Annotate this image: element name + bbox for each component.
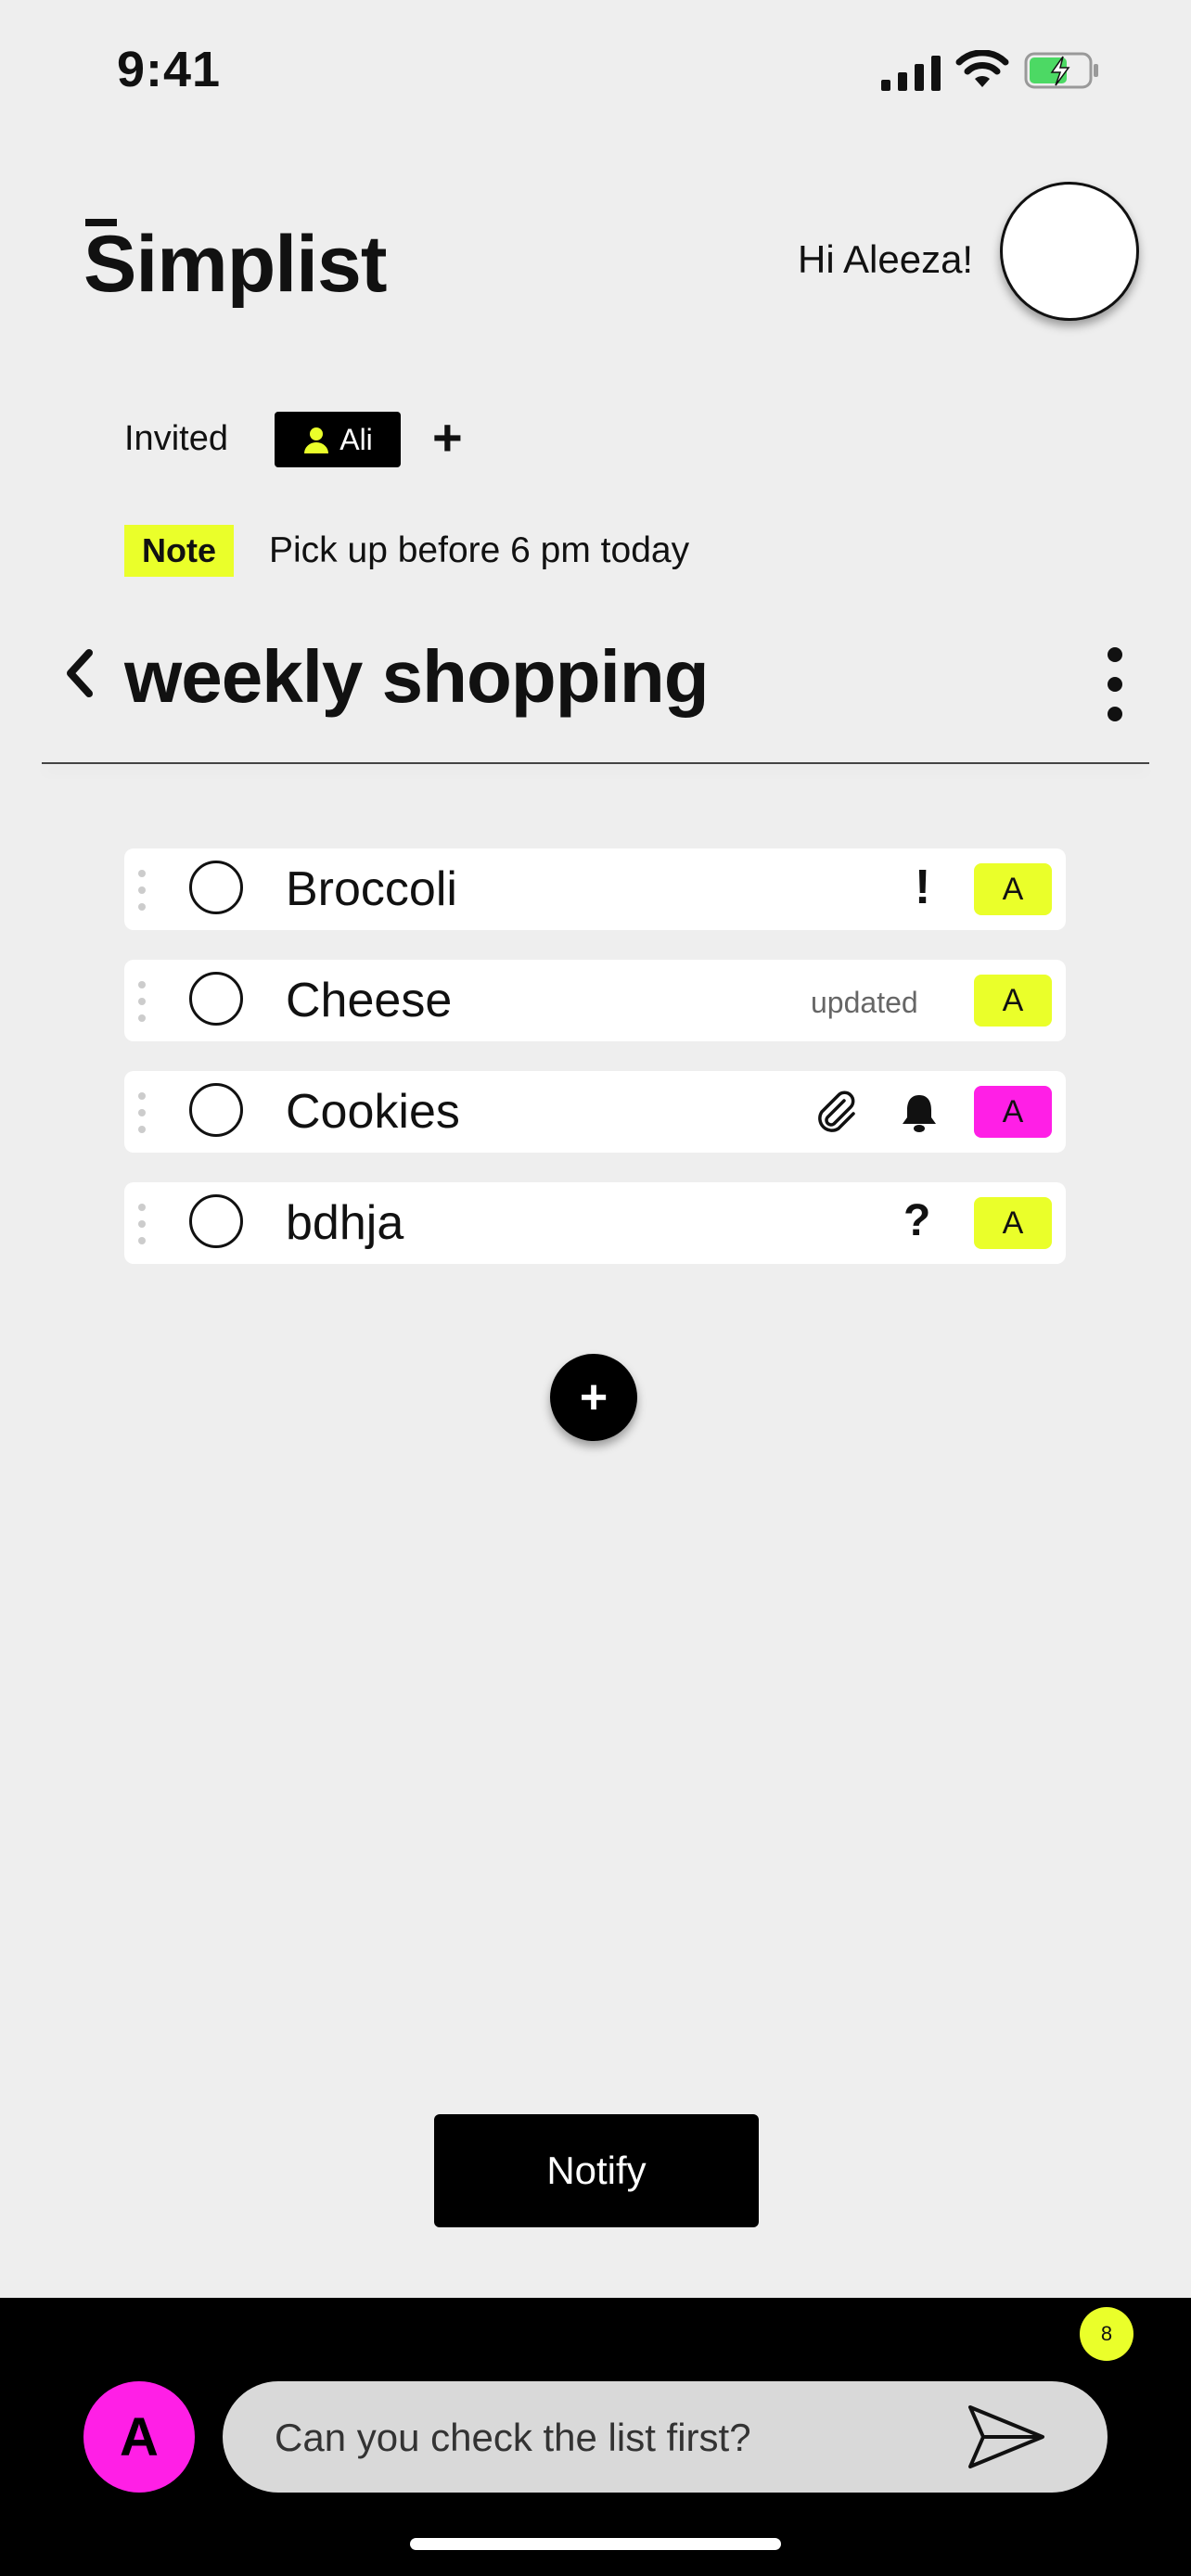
invited-user-chip[interactable]: Ali bbox=[275, 412, 401, 467]
invited-label: Invited bbox=[124, 419, 228, 458]
paperclip-icon[interactable] bbox=[813, 1088, 859, 1134]
wifi-icon bbox=[955, 50, 1009, 87]
list-item[interactable]: Cookies A bbox=[124, 1071, 1066, 1153]
unread-count-badge[interactable]: 8 bbox=[1080, 2307, 1133, 2361]
note-tag: Note bbox=[124, 525, 234, 577]
more-options-icon[interactable] bbox=[1106, 645, 1124, 723]
drag-handle-icon[interactable] bbox=[137, 869, 147, 912]
assignee-tag[interactable]: A bbox=[974, 1086, 1052, 1138]
list-title: weekly shopping bbox=[124, 635, 710, 718]
profile-avatar[interactable] bbox=[1000, 182, 1139, 321]
assignee-tag[interactable]: A bbox=[974, 1197, 1052, 1249]
message-box bbox=[223, 2381, 1108, 2493]
priority-indicator: ! bbox=[915, 861, 931, 914]
list-item[interactable]: Cheese updated A bbox=[124, 960, 1066, 1041]
notify-button[interactable]: Notify bbox=[434, 2114, 759, 2227]
person-icon bbox=[304, 427, 329, 453]
drag-handle-icon[interactable] bbox=[137, 1091, 147, 1134]
item-checkbox[interactable] bbox=[189, 1194, 243, 1248]
cellular-signal-icon bbox=[881, 56, 941, 91]
item-name: Cheese bbox=[286, 974, 453, 1027]
item-checkbox[interactable] bbox=[189, 861, 243, 914]
item-name: Broccoli bbox=[286, 862, 457, 916]
message-input[interactable] bbox=[273, 2407, 944, 2468]
home-indicator bbox=[410, 2538, 781, 2550]
send-icon[interactable] bbox=[965, 2402, 1048, 2472]
user-avatar[interactable]: A bbox=[83, 2381, 195, 2493]
list-item[interactable]: Broccoli ! A bbox=[124, 848, 1066, 930]
add-invite-button[interactable]: + bbox=[432, 410, 463, 465]
list-item[interactable]: bdhja ? A bbox=[124, 1182, 1066, 1264]
updated-label: updated bbox=[811, 986, 918, 1019]
item-checkbox[interactable] bbox=[189, 1083, 243, 1137]
add-item-button[interactable]: + bbox=[550, 1354, 637, 1441]
assignee-tag[interactable]: A bbox=[974, 975, 1052, 1027]
note-text: Pick up before 6 pm today bbox=[269, 530, 690, 570]
user-greeting: Hi Aleeza! bbox=[798, 237, 974, 281]
back-chevron-icon[interactable] bbox=[61, 645, 98, 701]
item-name: Cookies bbox=[286, 1085, 460, 1139]
item-checkbox[interactable] bbox=[189, 972, 243, 1026]
item-name: bdhja bbox=[286, 1196, 404, 1250]
battery-charging-icon bbox=[1024, 52, 1098, 89]
title-divider bbox=[42, 762, 1149, 764]
app-logo: Simplist bbox=[83, 220, 388, 309]
invited-user-name: Ali bbox=[339, 422, 373, 456]
assignee-tag[interactable]: A bbox=[974, 863, 1052, 915]
drag-handle-icon[interactable] bbox=[137, 1203, 147, 1245]
bell-icon[interactable] bbox=[900, 1091, 939, 1134]
drag-handle-icon[interactable] bbox=[137, 980, 147, 1023]
status-time: 9:41 bbox=[117, 42, 222, 97]
question-indicator: ? bbox=[903, 1196, 931, 1245]
